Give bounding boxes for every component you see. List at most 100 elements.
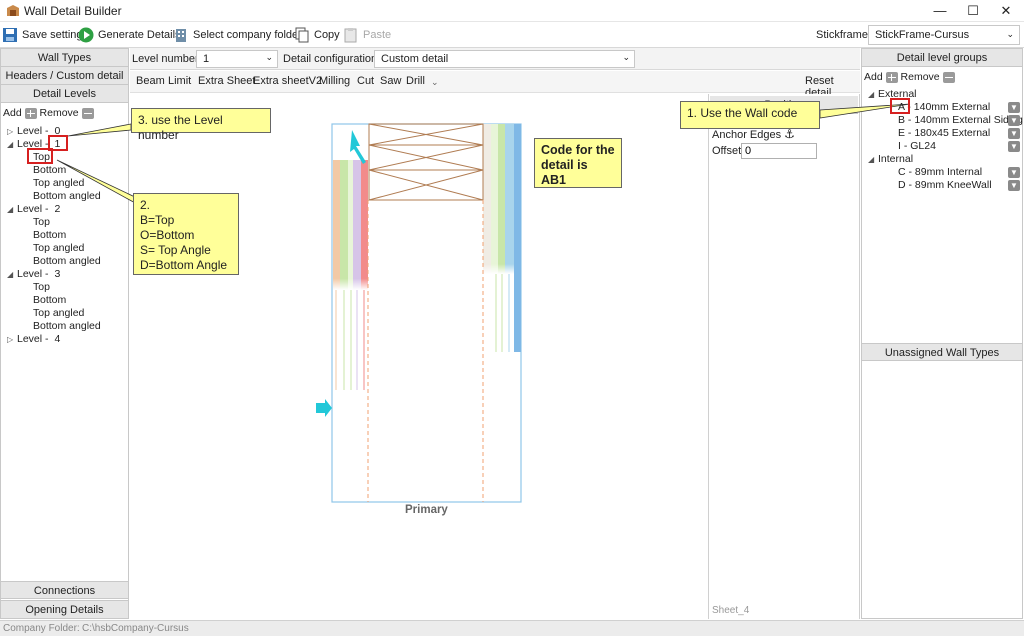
top-highlight <box>27 148 53 164</box>
status-bar: Company Folder: C:\hsbCompany-Cursus <box>0 620 1024 636</box>
level-number-callout: 3. use the Level number <box>131 108 271 142</box>
company-folder-label: Company Folder: <box>3 623 80 634</box>
collapsed-arrow-icon[interactable]: ▷ <box>7 335 17 344</box>
detail-levels-tree: Add Remove ▷ Level -0 ◢ Level -1 Top Bottom To… <box>1 103 128 581</box>
wall-item-d[interactable]: D - 89mm KneeWall <box>898 179 992 191</box>
move-down-icon[interactable]: ▼ <box>1008 102 1020 113</box>
tool-milling[interactable]: Milling <box>319 75 350 87</box>
tree-toolbar: Add Remove <box>3 107 94 119</box>
headers-custom-tab[interactable]: Headers / Custom detail <box>1 67 128 85</box>
detail-config-value: Custom detail <box>381 53 449 65</box>
collapsed-arrow-icon[interactable]: ▷ <box>7 127 17 136</box>
select-company-folder-label: Select company folder <box>193 29 302 41</box>
legend-callout: 2. B=Top O=Bottom S= Top Angle D=Bottom … <box>133 193 239 275</box>
close-button[interactable]: ✕ <box>988 0 1024 22</box>
offset-label: Offset <box>712 145 742 157</box>
side-anchor-arrow-icon[interactable] <box>316 399 332 417</box>
generate-details-button[interactable]: Generate Details <box>78 26 181 44</box>
config-bar: Level number: 1 ⌄ Detail configuration: … <box>130 48 860 70</box>
remove-icon[interactable] <box>81 107 94 119</box>
level-child-item[interactable]: Bottom angled <box>33 255 101 267</box>
level-child-item[interactable]: Top <box>33 216 50 228</box>
wall-types-tab[interactable]: Wall Types <box>1 49 128 67</box>
paste-icon <box>344 28 357 43</box>
level-child-item[interactable]: Top <box>33 281 50 293</box>
level-number-label: Level number: <box>132 53 202 65</box>
move-down-icon[interactable]: ▼ <box>1008 180 1020 191</box>
add-icon[interactable] <box>885 71 898 83</box>
wall-name-a: - 140mm External <box>907 101 991 113</box>
level-child-item[interactable]: Bottom <box>33 164 66 176</box>
add-group-label: Add <box>864 71 883 83</box>
level-child-item[interactable]: Bottom <box>33 229 66 241</box>
select-company-folder-button[interactable]: Select company folder <box>173 26 302 44</box>
tool-beam[interactable]: Beam <box>136 75 165 87</box>
save-settings-button[interactable]: Save settings <box>2 26 88 44</box>
level-child-item[interactable]: Bottom <box>33 294 66 306</box>
tools-bar: Beam Limit Extra Sheet Extra sheetV2 Mil… <box>130 71 860 99</box>
level-number-select[interactable]: 1 ⌄ <box>196 50 278 68</box>
move-down-icon[interactable]: ▼ <box>1008 141 1020 152</box>
minimize-button[interactable]: — <box>922 0 958 22</box>
add-icon[interactable] <box>24 107 37 119</box>
paste-label: Paste <box>363 29 392 41</box>
detail-level-groups-header: Detail level groups <box>862 49 1022 67</box>
detail-levels-tab[interactable]: Detail Levels <box>1 85 128 103</box>
maximize-button[interactable]: ☐ <box>955 0 991 22</box>
toolbar: Save settings Generate Details Select co… <box>0 22 1024 48</box>
top-anchor-arrow-icon[interactable] <box>350 130 366 164</box>
level-number-value: 1 <box>203 53 210 65</box>
copy-button[interactable]: Copy <box>294 26 340 44</box>
opening-details-tab[interactable]: Opening Details <box>1 600 128 618</box>
tool-limit[interactable]: Limit <box>168 75 191 87</box>
stickframe-label: Stickframe: <box>816 29 872 41</box>
wall-item-a[interactable]: A - 140mm External <box>898 101 1022 113</box>
unassigned-wall-types-header: Unassigned Wall Types <box>862 343 1022 361</box>
save-icon <box>3 28 17 42</box>
level-child-item[interactable]: Top angled <box>33 242 84 254</box>
sheet-label: Sheet_4 <box>712 605 750 616</box>
header-beams <box>368 123 484 201</box>
level-node[interactable]: ◢ Level - 3 <box>7 268 60 280</box>
level-child-item[interactable]: Top angled <box>33 177 84 189</box>
tool-cut[interactable]: Cut <box>357 75 374 87</box>
move-down-icon[interactable]: ▼ <box>1008 128 1020 139</box>
level-child-item[interactable]: Bottom angled <box>33 190 101 202</box>
internal-group[interactable]: ◢ Internal <box>868 153 913 165</box>
move-down-icon[interactable]: ▼ <box>1008 115 1020 126</box>
wall-item-b[interactable]: B - 140mm External Siding <box>898 114 1023 126</box>
level-number: 2 <box>54 203 61 215</box>
stickframe-select[interactable]: StickFrame-Cursus ⌄ <box>868 25 1020 45</box>
wall-item-i[interactable]: I - GL24 <box>898 140 936 152</box>
tool-saw[interactable]: Saw <box>380 75 401 87</box>
level-node[interactable]: ◢ Level - 2 <box>7 203 60 215</box>
level-child-item[interactable]: Bottom angled <box>33 320 101 332</box>
remove-icon[interactable] <box>942 71 955 83</box>
overflow-chevron-icon[interactable]: ⌄ <box>431 77 439 88</box>
tool-drill[interactable]: Drill <box>406 75 425 87</box>
connections-tab[interactable]: Connections <box>1 581 128 599</box>
level-number: 3 <box>54 268 61 280</box>
wall-item-e[interactable]: E - 180x45 External <box>898 127 990 139</box>
detail-config-select[interactable]: Custom detail ⌄ <box>374 50 635 68</box>
paste-button[interactable]: Paste <box>343 26 391 44</box>
expanded-arrow-icon[interactable]: ◢ <box>7 140 17 149</box>
level-number: 4 <box>54 333 61 345</box>
wall-code-callout: 1. Use the Wall code <box>680 101 820 129</box>
offset-input[interactable] <box>741 143 817 159</box>
level-label: Level - <box>17 268 49 280</box>
right-panel: Detail level groups Add Remove ◢ External… <box>861 48 1023 619</box>
play-icon <box>78 27 94 43</box>
code-note-callout: Code for the detail is AB1 <box>534 138 622 188</box>
tool-extra-sheet[interactable]: Extra Sheet <box>198 75 255 87</box>
expanded-arrow-icon[interactable]: ◢ <box>7 205 17 214</box>
expanded-arrow-icon[interactable]: ◢ <box>7 270 17 279</box>
window-title: Wall Detail Builder <box>24 4 122 18</box>
level-child-item[interactable]: Top angled <box>33 307 84 319</box>
move-down-icon[interactable]: ▼ <box>1008 167 1020 178</box>
level-node[interactable]: ▷ Level - 4 <box>7 333 60 345</box>
tool-extra-sheet-v2[interactable]: Extra sheetV2 <box>253 75 322 87</box>
right-layers <box>483 124 521 352</box>
anchor-icon[interactable]: ⚓ <box>784 127 795 141</box>
wall-item-c[interactable]: C - 89mm Internal <box>898 166 982 178</box>
